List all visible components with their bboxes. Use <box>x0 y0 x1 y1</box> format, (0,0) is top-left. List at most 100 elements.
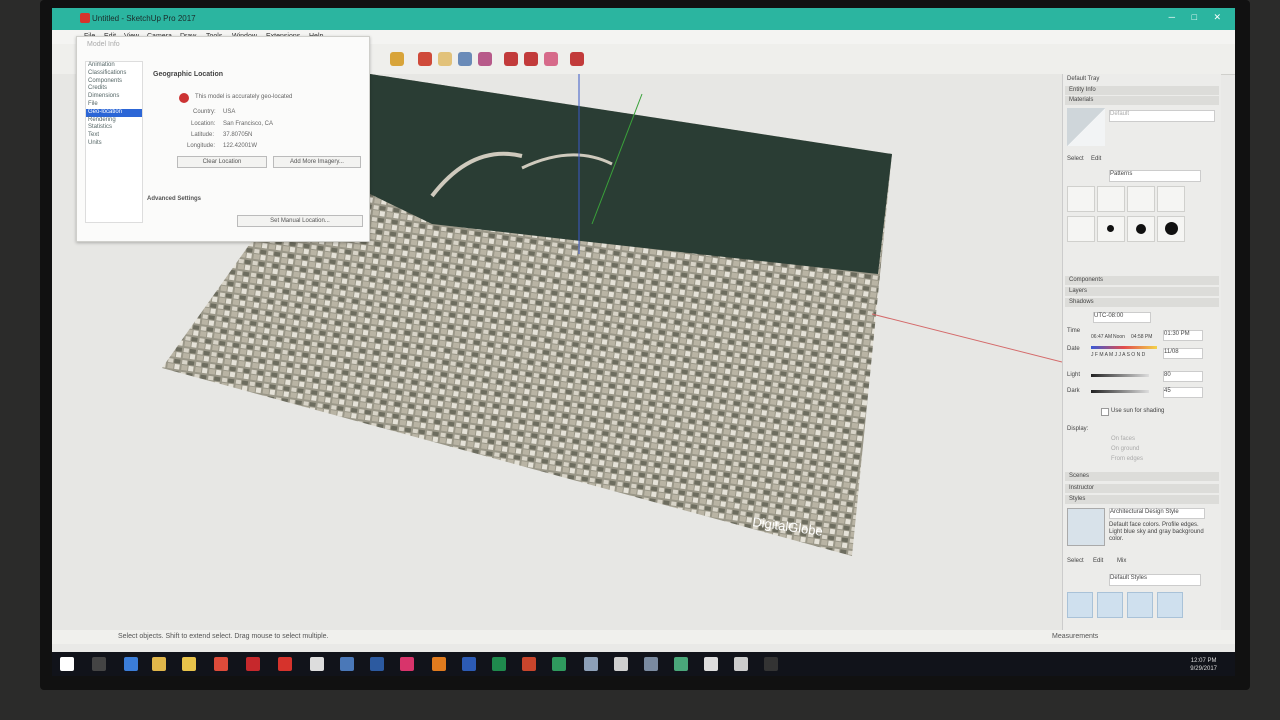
store-icon[interactable] <box>734 657 748 671</box>
style-thumbnail[interactable] <box>1157 592 1183 618</box>
illustrator-icon[interactable] <box>432 657 446 671</box>
publisher-icon[interactable] <box>552 657 566 671</box>
pattern-swatch[interactable] <box>1097 216 1125 242</box>
time-field[interactable]: 01:30 PM <box>1163 330 1203 341</box>
section-instructor[interactable]: Instructor <box>1065 484 1219 493</box>
section-shadows[interactable]: Shadows <box>1065 298 1219 307</box>
extension-warehouse-icon[interactable] <box>544 52 558 66</box>
section-components[interactable]: Components <box>1065 276 1219 285</box>
photoshop-icon[interactable] <box>370 657 384 671</box>
powerpoint-icon[interactable] <box>522 657 536 671</box>
clear-location-button[interactable]: Clear Location <box>177 156 267 168</box>
pattern-swatch[interactable] <box>1067 216 1095 242</box>
acrobat-icon[interactable] <box>246 657 260 671</box>
settings-icon[interactable] <box>764 657 778 671</box>
light-field[interactable]: 80 <box>1163 371 1203 382</box>
word-icon[interactable] <box>462 657 476 671</box>
calendar-icon[interactable] <box>704 657 718 671</box>
add-more-imagery-button[interactable]: Add More Imagery... <box>273 156 361 168</box>
set-manual-location-button[interactable]: Set Manual Location... <box>237 215 363 227</box>
section-materials[interactable]: Materials <box>1065 96 1219 105</box>
styles-tab-mix[interactable]: Mix <box>1117 558 1126 564</box>
system-clock[interactable]: 12:07 PM 9/29/2017 <box>1190 657 1217 673</box>
paint-bucket-icon[interactable] <box>390 52 404 66</box>
styles-tab-select[interactable]: Select <box>1067 558 1084 564</box>
nav-classifications[interactable]: Classifications <box>86 70 142 78</box>
materials-library-select[interactable]: Patterns <box>1109 170 1201 182</box>
on-faces-option[interactable]: On faces <box>1111 436 1135 442</box>
section-styles[interactable]: Styles <box>1065 495 1219 504</box>
materials-tab-select[interactable]: Select <box>1067 156 1084 162</box>
minimize-icon[interactable]: ─ <box>1169 12 1175 22</box>
layout-icon[interactable] <box>310 657 324 671</box>
pattern-swatch[interactable] <box>1157 186 1185 212</box>
chrome-icon[interactable] <box>214 657 228 671</box>
ruby-console-icon[interactable] <box>570 52 584 66</box>
pattern-swatch[interactable] <box>1127 186 1155 212</box>
nav-dimensions[interactable]: Dimensions <box>86 93 142 101</box>
document-icon[interactable] <box>614 657 628 671</box>
nav-components[interactable]: Components <box>86 78 142 86</box>
style-preview <box>1067 508 1105 546</box>
nav-animation[interactable]: Animation <box>86 62 142 70</box>
style-thumbnail[interactable] <box>1097 592 1123 618</box>
excel-icon[interactable] <box>492 657 506 671</box>
sticky-notes-icon[interactable] <box>182 657 196 671</box>
mail-icon[interactable] <box>124 657 138 671</box>
pan-icon[interactable] <box>438 52 452 66</box>
nav-credits[interactable]: Credits <box>86 85 142 93</box>
longitude-label: Longitude: <box>187 143 216 149</box>
task-view-icon[interactable] <box>92 657 106 671</box>
light-slider[interactable] <box>1091 374 1149 377</box>
nav-units[interactable]: Units <box>86 140 142 148</box>
sketchup-taskbar-icon[interactable] <box>278 657 292 671</box>
maximize-icon[interactable]: □ <box>1192 12 1197 22</box>
dark-slider[interactable] <box>1091 390 1149 393</box>
pattern-swatch[interactable] <box>1157 216 1185 242</box>
dark-field[interactable]: 45 <box>1163 387 1203 398</box>
nav-file[interactable]: File <box>86 101 142 109</box>
warehouse-icon[interactable] <box>504 52 518 66</box>
style-thumbnail[interactable] <box>1127 592 1153 618</box>
section-scenes[interactable]: Scenes <box>1065 472 1219 481</box>
nav-rendering[interactable]: Rendering <box>86 117 142 125</box>
style-description: Default face colors. Profile edges. Ligh… <box>1109 522 1204 542</box>
window-title: Untitled - SketchUp Pro 2017 <box>92 14 196 23</box>
nav-geo-location[interactable]: Geo-location <box>86 108 142 117</box>
pattern-swatch[interactable] <box>1127 216 1155 242</box>
date-field[interactable]: 11/08 <box>1163 348 1203 359</box>
share-model-icon[interactable] <box>524 52 538 66</box>
use-sun-checkbox[interactable] <box>1101 408 1109 416</box>
paint-icon[interactable] <box>644 657 658 671</box>
orbit-icon[interactable] <box>418 52 432 66</box>
clock-date: 9/29/2017 <box>1190 666 1217 672</box>
file-explorer-icon[interactable] <box>152 657 166 671</box>
material-name-field[interactable]: Default <box>1109 110 1215 122</box>
globe-icon[interactable] <box>584 657 598 671</box>
date-slider[interactable] <box>1091 346 1157 349</box>
material-preview <box>1067 108 1105 146</box>
close-icon[interactable]: ✕ <box>1213 12 1221 23</box>
green-app-icon[interactable] <box>674 657 688 671</box>
zoom-icon[interactable] <box>458 52 472 66</box>
section-entity-info[interactable]: Entity Info <box>1065 86 1219 95</box>
section-layers[interactable]: Layers <box>1065 287 1219 296</box>
timezone-select[interactable]: UTC-08:00 <box>1093 312 1151 323</box>
style-thumbnail[interactable] <box>1067 592 1093 618</box>
sunrise-time: 06:47 AM <box>1091 334 1113 340</box>
on-ground-option[interactable]: On ground <box>1111 446 1139 452</box>
pattern-swatch[interactable] <box>1097 186 1125 212</box>
zoom-extents-icon[interactable] <box>478 52 492 66</box>
from-edges-option[interactable]: From edges <box>1111 456 1143 462</box>
pattern-swatch[interactable] <box>1067 186 1095 212</box>
style-name-field[interactable]: Architectural Design Style <box>1109 508 1205 519</box>
styles-library-select[interactable]: Default Styles <box>1109 574 1201 586</box>
materials-tab-edit[interactable]: Edit <box>1091 156 1101 162</box>
styles-tab-edit[interactable]: Edit <box>1093 558 1103 564</box>
nav-statistics[interactable]: Statistics <box>86 124 142 132</box>
months-scale: J F M A M J J A S O N D <box>1091 352 1146 358</box>
nav-text[interactable]: Text <box>86 132 142 140</box>
start-icon[interactable] <box>60 657 74 671</box>
indesign-icon[interactable] <box>400 657 414 671</box>
style-builder-icon[interactable] <box>340 657 354 671</box>
